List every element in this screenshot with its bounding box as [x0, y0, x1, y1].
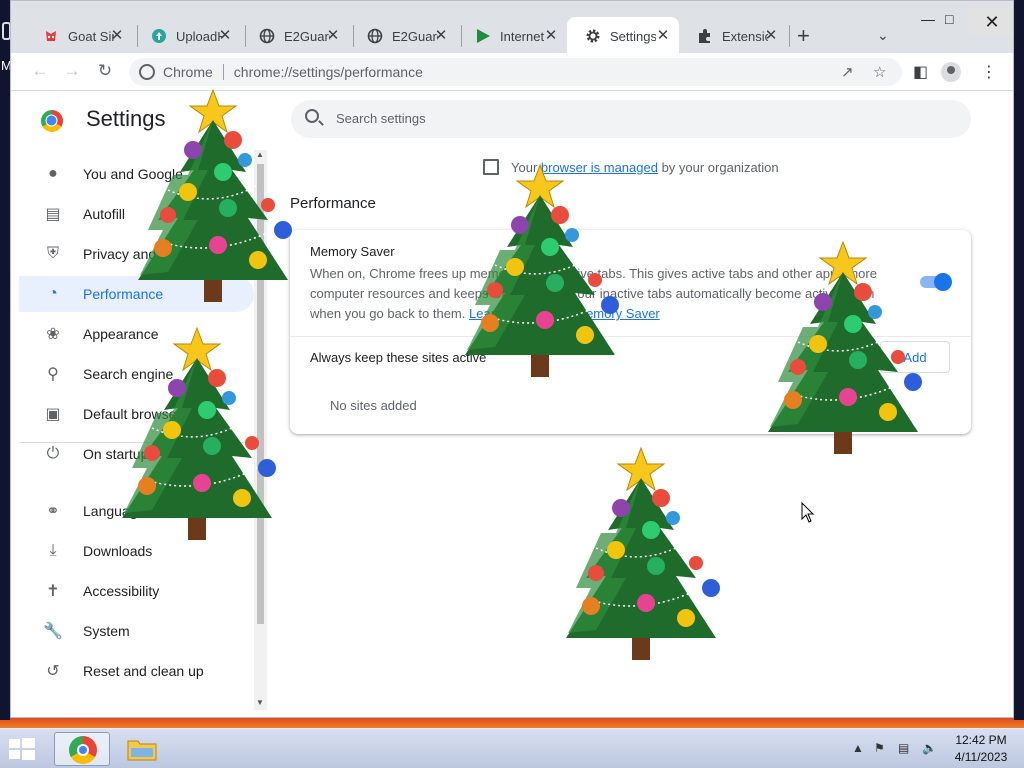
taskbar-explorer-button[interactable]	[114, 732, 170, 766]
power-icon: ⏻	[46, 445, 60, 462]
tab-label: UploadH	[176, 28, 222, 44]
person-icon: ●	[48, 165, 58, 182]
clock-time: 12:42 PM	[955, 733, 1007, 747]
network-icon[interactable]: ▤	[898, 741, 909, 755]
palette-icon: ❀	[46, 326, 60, 343]
download-icon: ⤓	[49, 542, 57, 559]
globe-icon: ⚭	[46, 503, 60, 520]
globe-icon	[259, 28, 275, 44]
forward-arrow-icon[interactable]: →	[61, 61, 83, 81]
sidebar-item-reset[interactable]: ↺ Reset and clean up	[19, 653, 254, 689]
tab-e2guardian-2[interactable]: E2Guard ✕	[349, 17, 457, 55]
goat-icon	[43, 28, 59, 44]
maximize-button[interactable]: □	[945, 11, 953, 27]
clock-date: 4/11/2023	[954, 750, 1008, 764]
tab-extensions[interactable]: Extensio ✕	[679, 17, 787, 55]
reload-icon[interactable]: ↻	[94, 61, 116, 81]
new-tab-button[interactable]: +	[797, 25, 810, 47]
memory-saver-title: Memory Saver	[310, 244, 395, 259]
history-icon: ↺	[46, 663, 60, 680]
puzzle-icon	[697, 28, 713, 44]
desktop-right-edge	[1014, 0, 1024, 720]
play-icon	[475, 28, 491, 44]
sidebar-item-label: Reset and clean up	[83, 663, 204, 679]
tab-label: E2Guard	[392, 28, 438, 44]
tab-uploadhaven[interactable]: UploadH ✕	[133, 17, 241, 55]
christmas-tree-image	[128, 80, 298, 320]
tab-close-icon[interactable]: ✕	[763, 28, 779, 44]
shield-icon: ⛨	[46, 245, 59, 262]
address-divider	[222, 64, 224, 80]
tab-label: Goat Sim	[68, 28, 114, 44]
bookmark-star-icon[interactable]: ☆	[873, 63, 886, 81]
tab-settings[interactable]: Settings ✕	[567, 17, 679, 55]
volume-muted-icon[interactable]: 🔈	[922, 741, 937, 755]
chrome-site-icon	[139, 64, 155, 80]
tab-close-icon[interactable]: ✕	[655, 28, 671, 44]
upload-icon	[151, 28, 167, 44]
christmas-tree-image	[455, 155, 625, 395]
gear-icon	[585, 28, 601, 44]
speedometer-icon: ◔	[48, 285, 58, 302]
tab-close-icon[interactable]: ✕	[543, 28, 559, 44]
sidebar-item-label: Autofill	[83, 206, 126, 222]
close-window-button[interactable]: ✕	[969, 7, 1013, 37]
tab-close-icon[interactable]: ✕	[325, 28, 341, 44]
menu-kebab-icon[interactable]: ⋮	[981, 62, 997, 82]
sidebar-item-system[interactable]: 🔧 System	[19, 613, 254, 649]
tab-strip: Goat Sim ✕ UploadH ✕ E2Guard ✕ E2Gu	[11, 1, 1013, 55]
mouse-cursor-icon	[801, 502, 815, 523]
sidebar-item-label: System	[83, 623, 130, 639]
managed-suffix: by your organization	[657, 159, 779, 175]
scroll-down-arrow-icon[interactable]: ▼	[256, 698, 264, 707]
accessibility-icon: ✝	[46, 583, 60, 600]
chrome-taskbar-icon	[69, 736, 97, 764]
search-icon	[305, 109, 319, 123]
section-title: Performance	[290, 195, 376, 212]
minimize-button[interactable]: —	[921, 11, 935, 27]
system-clock[interactable]: 12:42 PM 4/11/2023	[944, 732, 1018, 766]
no-sites-text: No sites added	[330, 398, 417, 413]
sidebar-item-label: Accessibility	[83, 583, 160, 599]
tab-goat-simulator[interactable]: Goat Sim ✕	[25, 17, 133, 55]
back-arrow-icon[interactable]: ←	[29, 61, 51, 81]
share-icon[interactable]: ↗	[841, 63, 854, 81]
tab-search-chevron-icon[interactable]: ⌄	[877, 27, 889, 44]
windows-taskbar: ▲ ⚑ ▤ 🔈 12:42 PM 4/11/2023	[0, 728, 1024, 768]
action-center-flag-icon[interactable]: ⚑	[874, 741, 885, 755]
christmas-tree-image	[758, 232, 928, 472]
clipboard-icon: ▤	[45, 206, 61, 223]
tab-internet[interactable]: Internet ✕	[457, 17, 567, 55]
folder-icon	[127, 740, 157, 761]
christmas-tree-image	[556, 438, 726, 678]
tab-label: E2Guard	[284, 28, 330, 44]
start-windows-icon[interactable]	[8, 737, 36, 761]
desktop-left-edge	[0, 0, 10, 720]
tab-label: Settings	[610, 28, 656, 44]
toggle-knob	[934, 273, 952, 291]
tab-label: Internet	[500, 28, 545, 44]
tab-close-icon[interactable]: ✕	[109, 28, 125, 44]
side-panel-icon[interactable]: ◧	[913, 62, 928, 82]
globe-icon	[367, 28, 383, 44]
search-placeholder: Search settings	[336, 111, 426, 126]
wrench-icon: 🔧	[43, 623, 63, 640]
christmas-tree-image	[112, 318, 282, 558]
tab-e2guardian-1[interactable]: E2Guard ✕	[241, 17, 349, 55]
taskbar-chrome-button[interactable]	[54, 732, 110, 766]
chrome-logo-icon	[41, 110, 63, 132]
tray-overflow-icon[interactable]: ▲	[852, 741, 864, 755]
site-chip: Chrome	[163, 64, 213, 80]
tab-close-icon[interactable]: ✕	[217, 28, 233, 44]
profile-avatar[interactable]	[941, 62, 961, 82]
search-settings-input[interactable]: Search settings	[291, 100, 971, 138]
tab-close-icon[interactable]: ✕	[433, 28, 449, 44]
sidebar-item-accessibility[interactable]: ✝ Accessibility	[19, 573, 254, 609]
chrome-icon-center	[77, 744, 89, 756]
url-text[interactable]: chrome://settings/performance	[234, 64, 423, 80]
search-icon: ⚲	[47, 366, 59, 383]
browser-icon: ▣	[45, 406, 61, 423]
tab-separator	[789, 25, 790, 47]
tab-label: Extensio	[722, 28, 768, 44]
